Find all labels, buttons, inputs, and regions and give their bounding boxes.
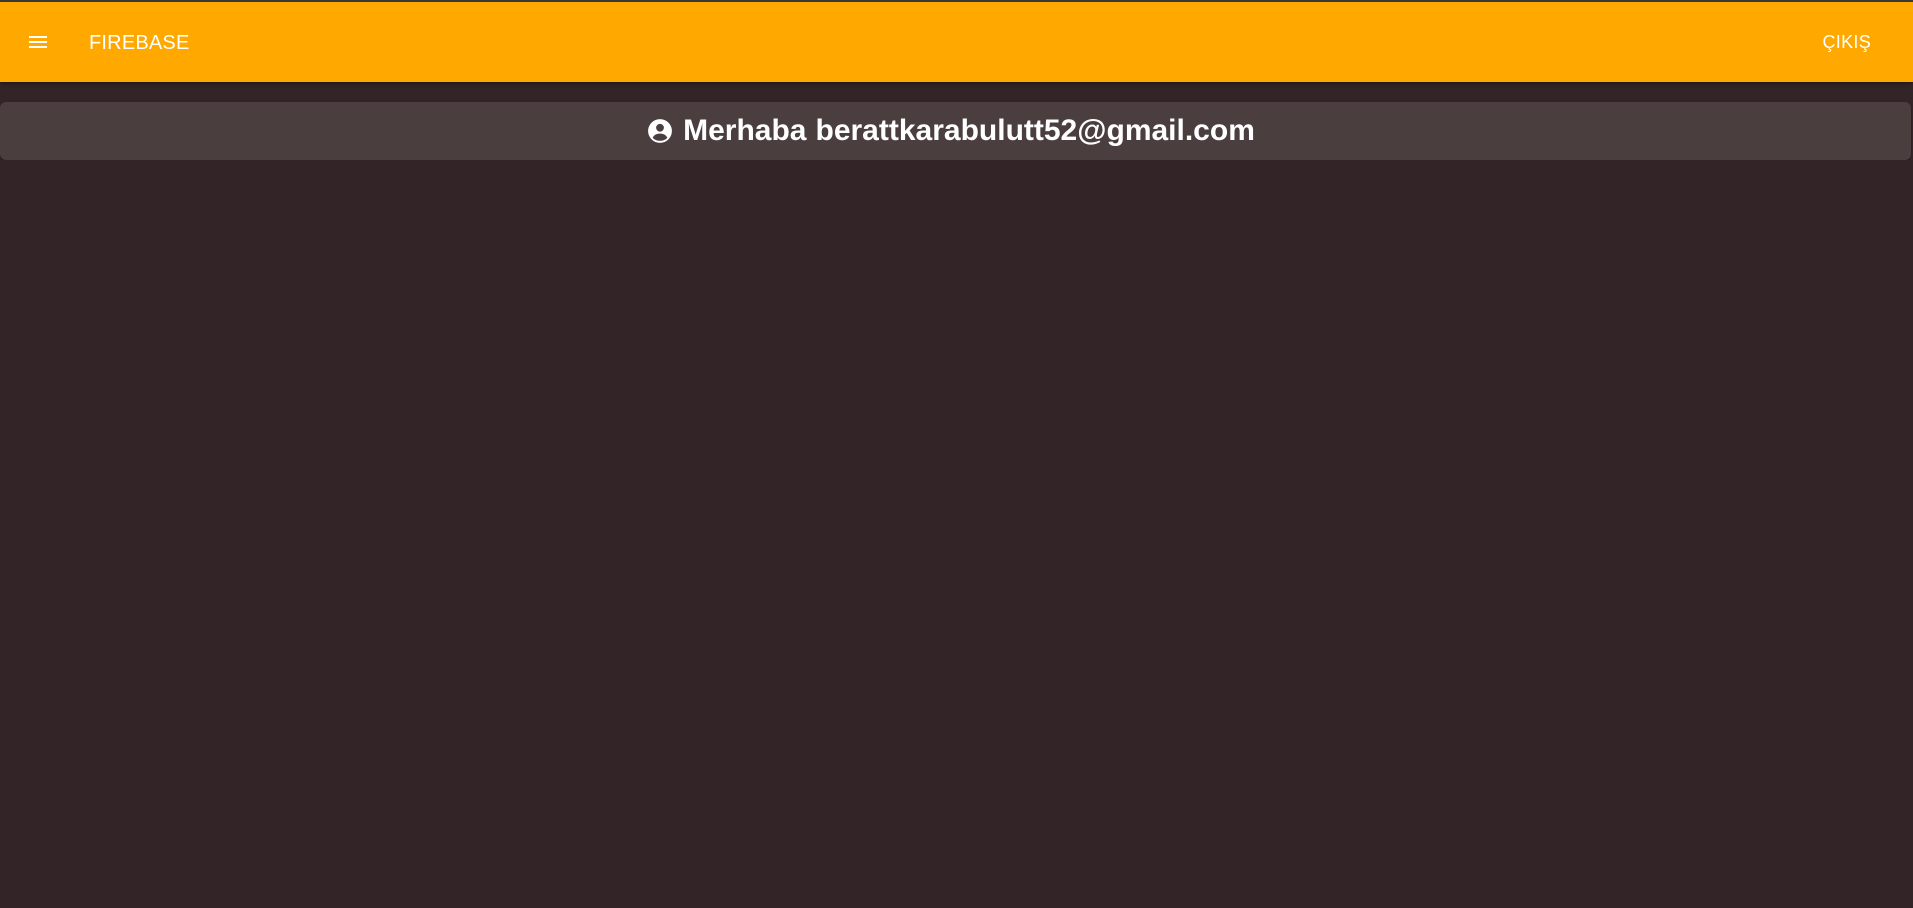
logout-button[interactable]: ÇIKIŞ — [1810, 24, 1883, 60]
greeting-text: Merhaba berattkarabulutt52@gmail.com — [683, 113, 1264, 149]
user-email: berattkarabulutt52@gmail.com — [815, 114, 1255, 147]
greeting-card: Merhaba berattkarabulutt52@gmail.com — [0, 102, 1911, 160]
menu-icon — [29, 36, 47, 48]
app-title: FIREBASE — [89, 32, 190, 54]
menu-button[interactable] — [20, 24, 56, 60]
account-circle-icon — [647, 118, 673, 144]
app-bar: FIREBASE ÇIKIŞ — [0, 2, 1913, 82]
greeting-prefix: Merhaba — [683, 114, 807, 147]
main-content-area — [0, 160, 1913, 908]
greeting-content: Merhaba berattkarabulutt52@gmail.com — [647, 113, 1264, 149]
